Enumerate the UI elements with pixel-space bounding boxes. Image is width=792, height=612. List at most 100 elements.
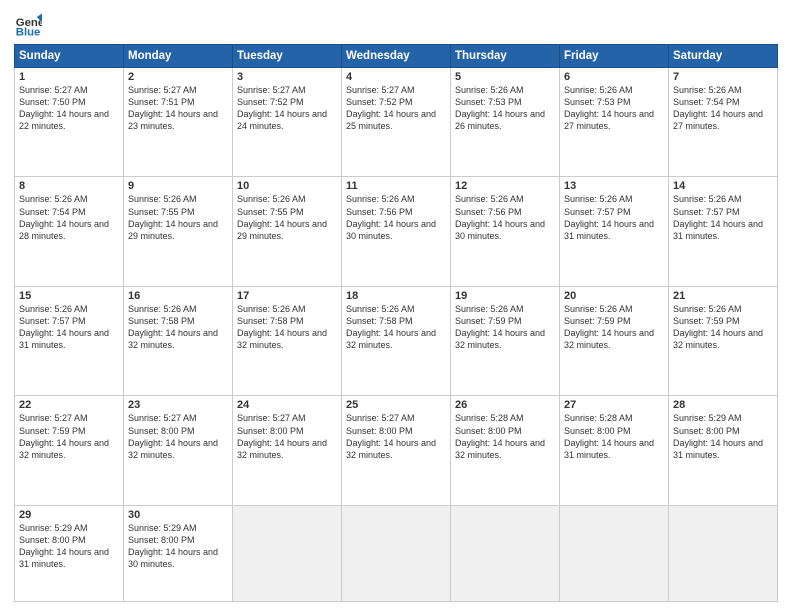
calendar-cell: 2Sunrise: 5:27 AMSunset: 7:51 PMDaylight… [124,68,233,177]
calendar-cell [233,505,342,601]
calendar-cell: 22Sunrise: 5:27 AMSunset: 7:59 PMDayligh… [15,396,124,505]
calendar-cell: 29Sunrise: 5:29 AMSunset: 8:00 PMDayligh… [15,505,124,601]
calendar-cell: 12Sunrise: 5:26 AMSunset: 7:56 PMDayligh… [451,177,560,286]
day-number: 7 [673,71,773,83]
day-number: 9 [128,180,228,192]
day-number: 10 [237,180,337,192]
calendar-cell: 3Sunrise: 5:27 AMSunset: 7:52 PMDaylight… [233,68,342,177]
day-number: 25 [346,399,446,411]
calendar-cell: 25Sunrise: 5:27 AMSunset: 8:00 PMDayligh… [342,396,451,505]
calendar-cell: 30Sunrise: 5:29 AMSunset: 8:00 PMDayligh… [124,505,233,601]
weekday-header-wednesday: Wednesday [342,45,451,68]
calendar-cell: 9Sunrise: 5:26 AMSunset: 7:55 PMDaylight… [124,177,233,286]
cell-content: Sunrise: 5:26 AMSunset: 7:57 PMDaylight:… [564,193,664,242]
header: General Blue [14,10,778,38]
day-number: 8 [19,180,119,192]
weekday-header-thursday: Thursday [451,45,560,68]
cell-content: Sunrise: 5:26 AMSunset: 7:58 PMDaylight:… [346,303,446,352]
calendar-cell: 6Sunrise: 5:26 AMSunset: 7:53 PMDaylight… [560,68,669,177]
day-number: 5 [455,71,555,83]
cell-content: Sunrise: 5:26 AMSunset: 7:59 PMDaylight:… [673,303,773,352]
page: General Blue SundayMondayTuesdayWednesda… [0,0,792,612]
logo-icon: General Blue [14,10,42,38]
cell-content: Sunrise: 5:27 AMSunset: 7:52 PMDaylight:… [346,84,446,133]
cell-content: Sunrise: 5:26 AMSunset: 7:57 PMDaylight:… [19,303,119,352]
cell-content: Sunrise: 5:27 AMSunset: 8:00 PMDaylight:… [128,412,228,461]
logo: General Blue [14,10,42,38]
cell-content: Sunrise: 5:26 AMSunset: 7:59 PMDaylight:… [455,303,555,352]
cell-content: Sunrise: 5:26 AMSunset: 7:55 PMDaylight:… [128,193,228,242]
cell-content: Sunrise: 5:27 AMSunset: 8:00 PMDaylight:… [237,412,337,461]
cell-content: Sunrise: 5:26 AMSunset: 7:57 PMDaylight:… [673,193,773,242]
day-number: 28 [673,399,773,411]
cell-content: Sunrise: 5:26 AMSunset: 7:58 PMDaylight:… [237,303,337,352]
cell-content: Sunrise: 5:27 AMSunset: 7:59 PMDaylight:… [19,412,119,461]
cell-content: Sunrise: 5:26 AMSunset: 7:53 PMDaylight:… [455,84,555,133]
day-number: 12 [455,180,555,192]
calendar-cell [560,505,669,601]
cell-content: Sunrise: 5:28 AMSunset: 8:00 PMDaylight:… [564,412,664,461]
calendar-cell [342,505,451,601]
calendar-cell: 1Sunrise: 5:27 AMSunset: 7:50 PMDaylight… [15,68,124,177]
calendar-cell: 16Sunrise: 5:26 AMSunset: 7:58 PMDayligh… [124,286,233,395]
calendar-cell: 23Sunrise: 5:27 AMSunset: 8:00 PMDayligh… [124,396,233,505]
cell-content: Sunrise: 5:27 AMSunset: 7:50 PMDaylight:… [19,84,119,133]
cell-content: Sunrise: 5:27 AMSunset: 7:52 PMDaylight:… [237,84,337,133]
day-number: 11 [346,180,446,192]
cell-content: Sunrise: 5:29 AMSunset: 8:00 PMDaylight:… [128,522,228,571]
cell-content: Sunrise: 5:26 AMSunset: 7:56 PMDaylight:… [455,193,555,242]
weekday-header-friday: Friday [560,45,669,68]
calendar-cell: 20Sunrise: 5:26 AMSunset: 7:59 PMDayligh… [560,286,669,395]
cell-content: Sunrise: 5:27 AMSunset: 8:00 PMDaylight:… [346,412,446,461]
calendar-cell: 10Sunrise: 5:26 AMSunset: 7:55 PMDayligh… [233,177,342,286]
day-number: 16 [128,290,228,302]
calendar-cell: 15Sunrise: 5:26 AMSunset: 7:57 PMDayligh… [15,286,124,395]
cell-content: Sunrise: 5:26 AMSunset: 7:54 PMDaylight:… [19,193,119,242]
day-number: 24 [237,399,337,411]
day-number: 6 [564,71,664,83]
day-number: 17 [237,290,337,302]
calendar-cell: 26Sunrise: 5:28 AMSunset: 8:00 PMDayligh… [451,396,560,505]
cell-content: Sunrise: 5:29 AMSunset: 8:00 PMDaylight:… [19,522,119,571]
calendar-cell [669,505,778,601]
calendar-cell: 8Sunrise: 5:26 AMSunset: 7:54 PMDaylight… [15,177,124,286]
calendar-cell: 18Sunrise: 5:26 AMSunset: 7:58 PMDayligh… [342,286,451,395]
day-number: 14 [673,180,773,192]
day-number: 23 [128,399,228,411]
calendar-cell: 5Sunrise: 5:26 AMSunset: 7:53 PMDaylight… [451,68,560,177]
cell-content: Sunrise: 5:26 AMSunset: 7:58 PMDaylight:… [128,303,228,352]
weekday-header-saturday: Saturday [669,45,778,68]
cell-content: Sunrise: 5:29 AMSunset: 8:00 PMDaylight:… [673,412,773,461]
calendar-cell: 7Sunrise: 5:26 AMSunset: 7:54 PMDaylight… [669,68,778,177]
calendar-cell: 14Sunrise: 5:26 AMSunset: 7:57 PMDayligh… [669,177,778,286]
day-number: 20 [564,290,664,302]
cell-content: Sunrise: 5:26 AMSunset: 7:59 PMDaylight:… [564,303,664,352]
day-number: 21 [673,290,773,302]
weekday-header-tuesday: Tuesday [233,45,342,68]
cell-content: Sunrise: 5:26 AMSunset: 7:56 PMDaylight:… [346,193,446,242]
day-number: 15 [19,290,119,302]
svg-text:Blue: Blue [16,26,41,38]
day-number: 27 [564,399,664,411]
day-number: 22 [19,399,119,411]
calendar-table: SundayMondayTuesdayWednesdayThursdayFrid… [14,44,778,602]
day-number: 13 [564,180,664,192]
weekday-header-monday: Monday [124,45,233,68]
calendar-cell: 19Sunrise: 5:26 AMSunset: 7:59 PMDayligh… [451,286,560,395]
calendar-cell: 11Sunrise: 5:26 AMSunset: 7:56 PMDayligh… [342,177,451,286]
cell-content: Sunrise: 5:26 AMSunset: 7:54 PMDaylight:… [673,84,773,133]
day-number: 2 [128,71,228,83]
day-number: 30 [128,509,228,521]
calendar-cell: 17Sunrise: 5:26 AMSunset: 7:58 PMDayligh… [233,286,342,395]
calendar-cell: 24Sunrise: 5:27 AMSunset: 8:00 PMDayligh… [233,396,342,505]
calendar-cell: 21Sunrise: 5:26 AMSunset: 7:59 PMDayligh… [669,286,778,395]
cell-content: Sunrise: 5:26 AMSunset: 7:53 PMDaylight:… [564,84,664,133]
day-number: 19 [455,290,555,302]
calendar-cell: 13Sunrise: 5:26 AMSunset: 7:57 PMDayligh… [560,177,669,286]
day-number: 4 [346,71,446,83]
day-number: 26 [455,399,555,411]
weekday-header-sunday: Sunday [15,45,124,68]
day-number: 1 [19,71,119,83]
calendar-cell: 27Sunrise: 5:28 AMSunset: 8:00 PMDayligh… [560,396,669,505]
cell-content: Sunrise: 5:26 AMSunset: 7:55 PMDaylight:… [237,193,337,242]
